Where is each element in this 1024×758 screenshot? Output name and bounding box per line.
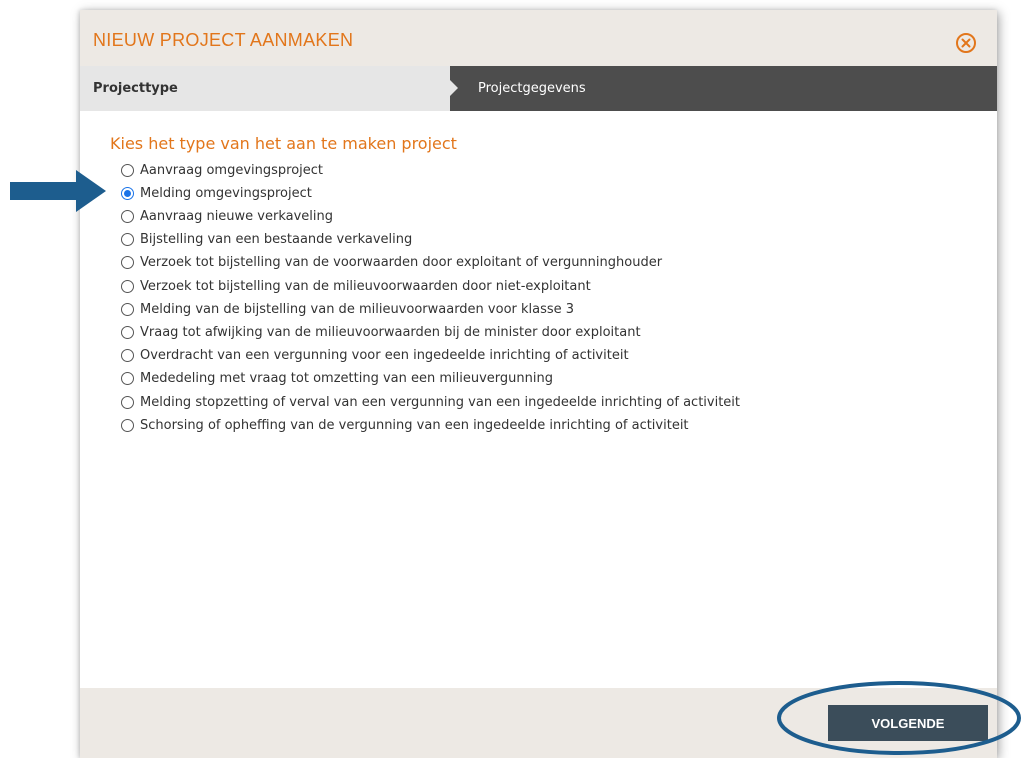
- option-row[interactable]: Mededeling met vraag tot omzetting van e…: [121, 369, 553, 389]
- radio-button[interactable]: [121, 372, 134, 386]
- option-label: Melding omgevingsproject: [140, 185, 312, 201]
- dialog-header: NIEUW PROJECT AANMAKEN: [80, 10, 997, 66]
- radio-button[interactable]: [121, 395, 134, 409]
- radio-button[interactable]: [121, 418, 134, 432]
- option-label: Melding stopzetting of verval van een ve…: [140, 394, 741, 410]
- option-row[interactable]: Overdracht van een vergunning voor een i…: [121, 346, 629, 366]
- option-label: Bijstelling van een bestaande verkavelin…: [140, 232, 413, 248]
- option-row[interactable]: Melding stopzetting of verval van een ve…: [121, 392, 740, 412]
- option-label: Verzoek tot bijstelling van de voorwaard…: [140, 255, 663, 271]
- radio-button[interactable]: [121, 163, 134, 177]
- wizard-steps: Projecttype Projectgegevens: [80, 66, 997, 111]
- step-label: Projecttype: [93, 81, 178, 96]
- option-label: Verzoek tot bijstelling van de milieuvoo…: [140, 278, 591, 294]
- step-arrow: [436, 66, 458, 110]
- option-row[interactable]: Schorsing of opheffing van de vergunning…: [121, 415, 689, 435]
- radio-button[interactable]: [121, 325, 134, 339]
- option-label: Mededeling met vraag tot omzetting van e…: [140, 371, 553, 387]
- dialog-title: NIEUW PROJECT AANMAKEN: [93, 30, 354, 50]
- circle-x-icon: [961, 38, 971, 48]
- radio-button-checked[interactable]: [121, 186, 134, 200]
- option-label: Aanvraag omgevingsproject: [140, 162, 324, 178]
- radio-button[interactable]: [121, 279, 134, 293]
- option-row[interactable]: Melding omgevingsproject: [121, 183, 312, 203]
- option-row[interactable]: Aanvraag nieuwe verkaveling: [121, 206, 333, 226]
- radio-button[interactable]: [121, 256, 134, 270]
- option-row[interactable]: Aanvraag omgevingsproject: [121, 160, 323, 180]
- option-label: Overdracht van een vergunning voor een i…: [140, 348, 629, 364]
- radio-button[interactable]: [121, 233, 134, 247]
- option-label: Vraag tot afwijking van de milieuvoorwaa…: [140, 324, 641, 340]
- radio-button[interactable]: [121, 349, 134, 363]
- option-label: Schorsing of opheffing van de vergunning…: [140, 417, 689, 433]
- option-row[interactable]: Verzoek tot bijstelling van de voorwaard…: [121, 253, 662, 273]
- option-row[interactable]: Melding van de bijstelling van de milieu…: [121, 299, 574, 319]
- right-arrow-icon: [10, 170, 106, 212]
- close-button[interactable]: [956, 33, 976, 53]
- radio-button[interactable]: [121, 209, 134, 223]
- radio-button[interactable]: [121, 302, 134, 316]
- option-row[interactable]: Verzoek tot bijstelling van de milieuvoo…: [121, 276, 591, 296]
- section-title: Kies het type van het aan te maken proje…: [110, 134, 457, 153]
- option-row[interactable]: Vraag tot afwijking van de milieuvoorwaa…: [121, 322, 641, 342]
- step-projecttype[interactable]: Projecttype: [80, 66, 450, 111]
- new-project-dialog: NIEUW PROJECT AANMAKEN Projecttype Proje…: [80, 10, 997, 758]
- highlight-ellipse-icon: [777, 681, 1021, 755]
- option-label: Melding van de bijstelling van de milieu…: [140, 301, 575, 317]
- option-label: Aanvraag nieuwe verkaveling: [140, 208, 334, 224]
- option-row[interactable]: Bijstelling van een bestaande verkavelin…: [121, 230, 412, 250]
- step-projectgegevens[interactable]: Projectgegevens: [478, 81, 586, 96]
